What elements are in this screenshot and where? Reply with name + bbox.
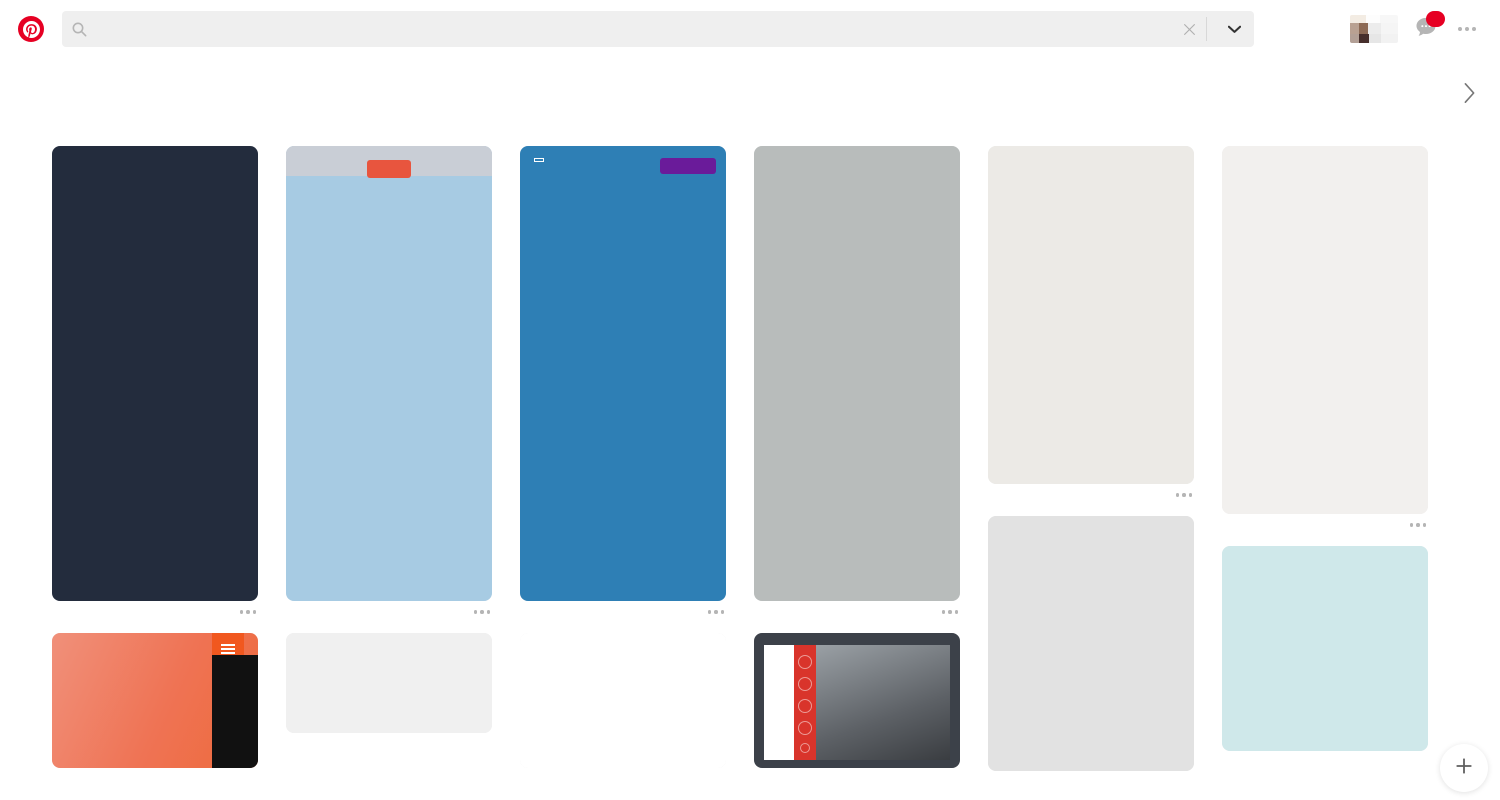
- search-bar[interactable]: [62, 11, 1254, 47]
- pin-card[interactable]: [52, 633, 258, 768]
- all-pins-filter-dropdown[interactable]: [1207, 11, 1254, 47]
- messages-badge: [1426, 11, 1445, 27]
- pin-options-icon[interactable]: [1175, 493, 1192, 497]
- pin-image[interactable]: [52, 633, 258, 768]
- grid-column-6: [1222, 146, 1428, 795]
- pin-image[interactable]: [754, 146, 960, 601]
- pin-card[interactable]: [988, 146, 1194, 497]
- pin-image[interactable]: [1222, 146, 1428, 514]
- top-navigation-bar: [0, 0, 1500, 58]
- navigation-badge: [367, 160, 411, 178]
- pin-card[interactable]: [520, 146, 726, 614]
- pin-meta: [286, 601, 492, 614]
- filter-chip-bar: [0, 58, 1500, 128]
- clear-search-icon[interactable]: [1172, 11, 1206, 47]
- pin-image[interactable]: [520, 633, 726, 768]
- grid-column-4: [754, 146, 960, 795]
- chevron-down-icon: [1227, 22, 1242, 37]
- more-options-button[interactable]: [1448, 12, 1486, 46]
- pin-meta: [988, 484, 1194, 497]
- pin-card[interactable]: [754, 633, 960, 768]
- search-input[interactable]: [96, 11, 1172, 47]
- pin-image[interactable]: [1222, 546, 1428, 751]
- pin-meta: [52, 601, 258, 614]
- pin-image[interactable]: [988, 146, 1194, 484]
- grid-column-3: [520, 146, 726, 795]
- pin-meta: [754, 601, 960, 614]
- pin-meta: [520, 601, 726, 614]
- masonry-columns: [0, 146, 1500, 795]
- pin-options-icon[interactable]: [1409, 523, 1426, 527]
- pin-card[interactable]: [52, 146, 258, 614]
- grid-column-2: [286, 146, 492, 795]
- plus-icon: [1455, 757, 1473, 780]
- search-icon: [62, 11, 96, 47]
- grid-column-5: [988, 146, 1194, 795]
- chip-scroll-right-button[interactable]: [1456, 80, 1482, 106]
- create-pin-button[interactable]: [1440, 744, 1488, 792]
- pin-card[interactable]: [988, 516, 1194, 771]
- pin-image[interactable]: [754, 633, 960, 768]
- pin-image[interactable]: [52, 146, 258, 601]
- more-horizontal-icon: [1458, 27, 1462, 31]
- pin-card[interactable]: [1222, 146, 1428, 527]
- pin-grid: [0, 128, 1500, 798]
- pin-card[interactable]: [1222, 546, 1428, 751]
- pin-card[interactable]: [286, 146, 492, 614]
- pin-options-icon[interactable]: [239, 610, 256, 614]
- pin-options-icon[interactable]: [473, 610, 490, 614]
- avatar[interactable]: [1350, 15, 1398, 43]
- pin-options-icon[interactable]: [707, 610, 724, 614]
- pin-card[interactable]: [520, 633, 726, 768]
- pin-image[interactable]: [286, 633, 492, 733]
- pin-options-icon[interactable]: [941, 610, 958, 614]
- pin-card[interactable]: [754, 146, 960, 614]
- pin-image[interactable]: [520, 146, 726, 601]
- header-nav-right: [1264, 11, 1486, 46]
- pinterest-logo-icon[interactable]: [18, 16, 44, 42]
- pin-card[interactable]: [286, 633, 492, 733]
- pin-image[interactable]: [988, 516, 1194, 771]
- pin-image[interactable]: [286, 146, 492, 601]
- messages-button[interactable]: [1406, 11, 1446, 46]
- pin-meta: [1222, 514, 1428, 527]
- grid-column-1: [52, 146, 258, 795]
